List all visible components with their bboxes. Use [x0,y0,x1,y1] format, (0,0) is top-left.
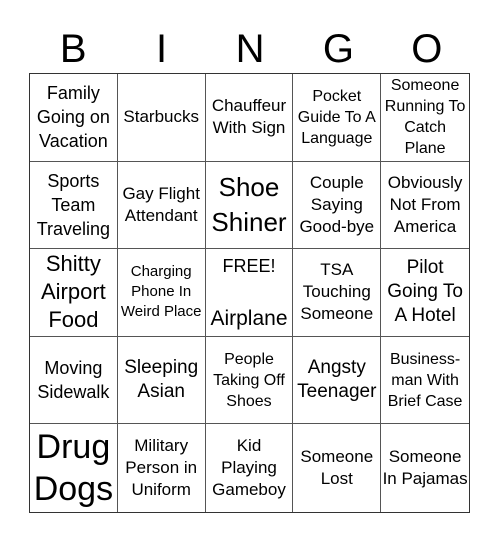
free-space-cell[interactable]: FREE! Airplane [205,249,294,337]
bingo-cell[interactable]: Obviously Not From America [381,162,469,250]
bingo-cell[interactable]: Drug Dogs [30,424,118,512]
bingo-cell[interactable]: Sleeping Asian [117,336,206,425]
free-label: FREE! [222,256,276,277]
bingo-header: B I N G O [29,24,471,74]
bingo-cell[interactable]: People Taking Off Shoes [205,336,294,425]
bingo-cell[interactable]: Someone Running To Catch Plane [381,74,469,162]
bingo-cell[interactable]: Shitty Airport Food [30,249,118,337]
bingo-cell[interactable]: Kid Playing Gameboy [206,424,294,512]
header-letter-i: I [156,27,168,71]
header-letter-n: N [235,27,265,71]
bingo-cell[interactable]: Shoe Shiner [205,161,294,250]
free-cell-text: Airplane [210,306,288,330]
bingo-cell[interactable]: Family Going on Vacation [30,74,118,162]
bingo-cell[interactable]: Starbucks [117,74,206,162]
header-letter-o: O [411,27,443,71]
bingo-cell[interactable]: Angsty Teenager [293,336,382,425]
bingo-cell[interactable]: Business-man With Brief Case [381,337,469,425]
bingo-cell[interactable]: Someone In Pajamas [381,424,469,512]
bingo-cell[interactable]: Sports Team Traveling [30,161,118,250]
bingo-cell[interactable]: Someone Lost [293,424,382,512]
bingo-cell[interactable]: Gay Flight Attendant [117,161,206,250]
header-letter-g: G [322,27,354,71]
bingo-cell[interactable]: Charging Phone In Weird Place [117,249,206,337]
bingo-cell[interactable]: Couple Saying Good-bye [293,161,382,250]
bingo-cell[interactable]: Pilot Going To A Hotel [381,249,469,337]
bingo-cell[interactable]: Chauffeur With Sign [205,74,294,162]
bingo-cell[interactable]: Moving Sidewalk [30,336,118,425]
header-letter-b: B [59,27,87,71]
bingo-grid: Family Going on Vacation Starbucks Chauf… [29,73,470,513]
bingo-cell[interactable]: Military Person in Uniform [118,424,206,512]
bingo-cell[interactable]: TSA Touching Someone [293,249,382,337]
bingo-cell[interactable]: Pocket Guide To A Language [293,74,382,162]
